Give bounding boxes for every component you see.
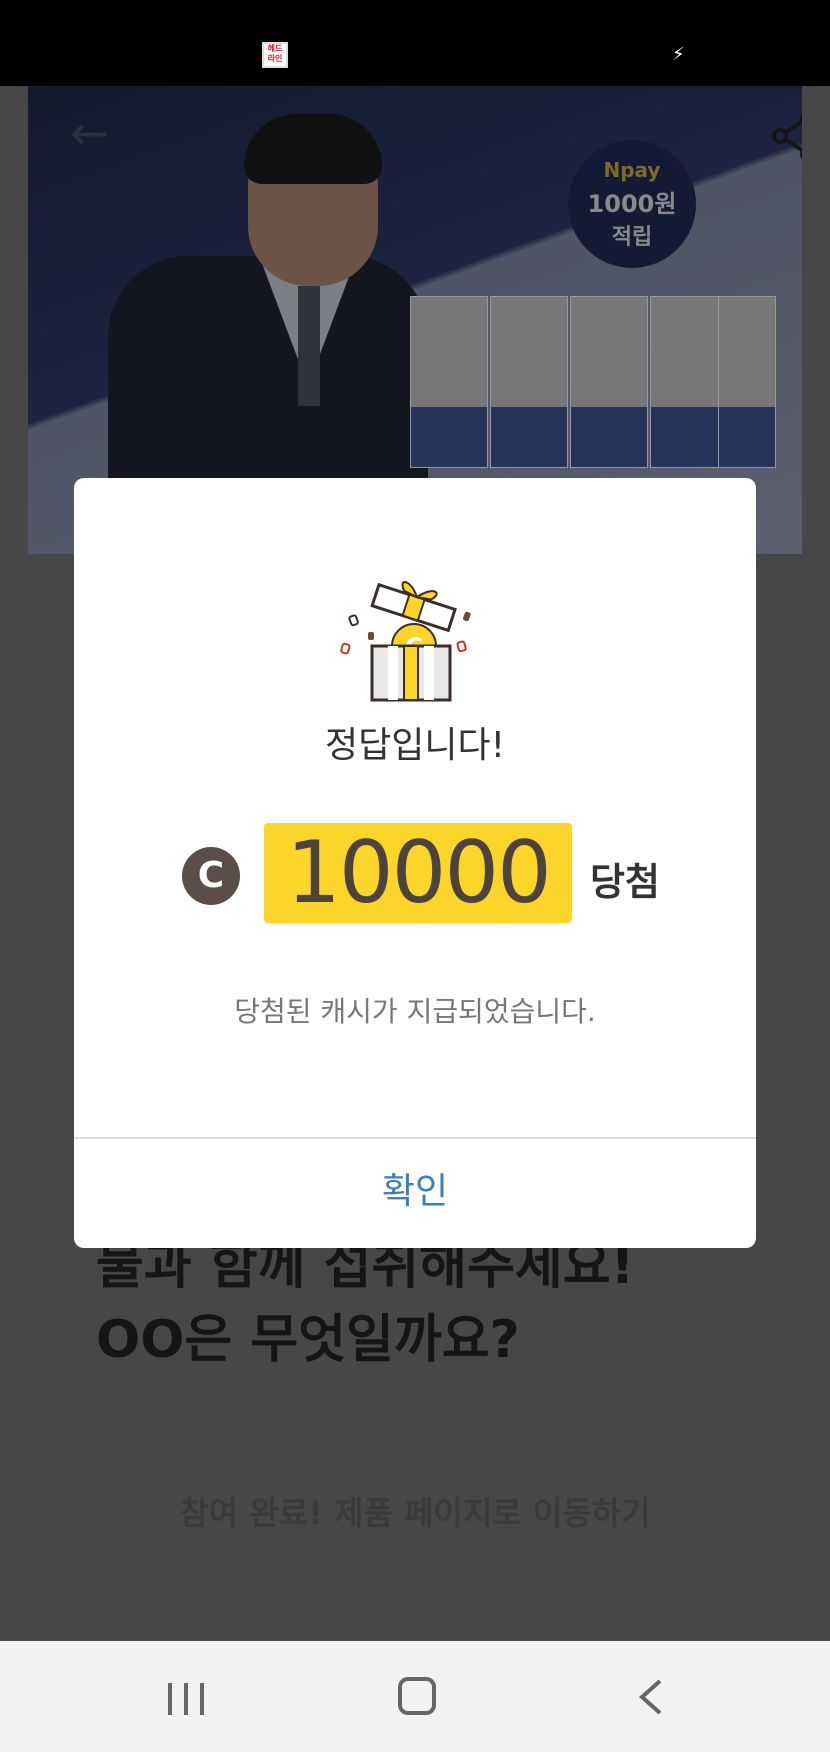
badge-line-2: 1000원 [587, 190, 677, 218]
recent-apps-icon[interactable] [166, 1681, 206, 1717]
gift-box-icon: C [340, 581, 471, 702]
badge-line-3: 적립 [611, 225, 653, 250]
system-nav-bar [0, 1641, 830, 1752]
status-bar: 헤드라인 ⚡ [0, 0, 830, 86]
share-icon[interactable] [770, 110, 802, 162]
charging-icon: ⚡ [672, 44, 685, 65]
home-icon[interactable] [398, 1677, 436, 1715]
win-label: 당첨 [590, 860, 660, 904]
confirm-button[interactable]: 확인 [74, 1139, 756, 1248]
product-page-link[interactable]: 참여 완료! 제품 페이지로 이동하기 [0, 1488, 830, 1534]
back-arrow-icon[interactable]: ← [70, 106, 109, 160]
cash-coin-icon: C [182, 847, 240, 905]
npay-badge: Npay 1000원 적립 [568, 140, 696, 268]
result-title: 정답입니다! [324, 725, 506, 766]
result-message: 당첨된 캐시가 지급되었습니다. [234, 995, 596, 1028]
reward-row: C 10000 당첨 [74, 823, 756, 923]
back-icon[interactable] [636, 1677, 666, 1717]
badge-line-1: Npay [603, 158, 661, 182]
result-dialog: C 정답입니다! C 10000 당첨 당첨된 캐시가 지급되었습니다. 확인 [74, 478, 756, 1248]
reward-amount: 10000 [264, 823, 572, 923]
app-notification-icon: 헤드라인 [262, 42, 288, 68]
